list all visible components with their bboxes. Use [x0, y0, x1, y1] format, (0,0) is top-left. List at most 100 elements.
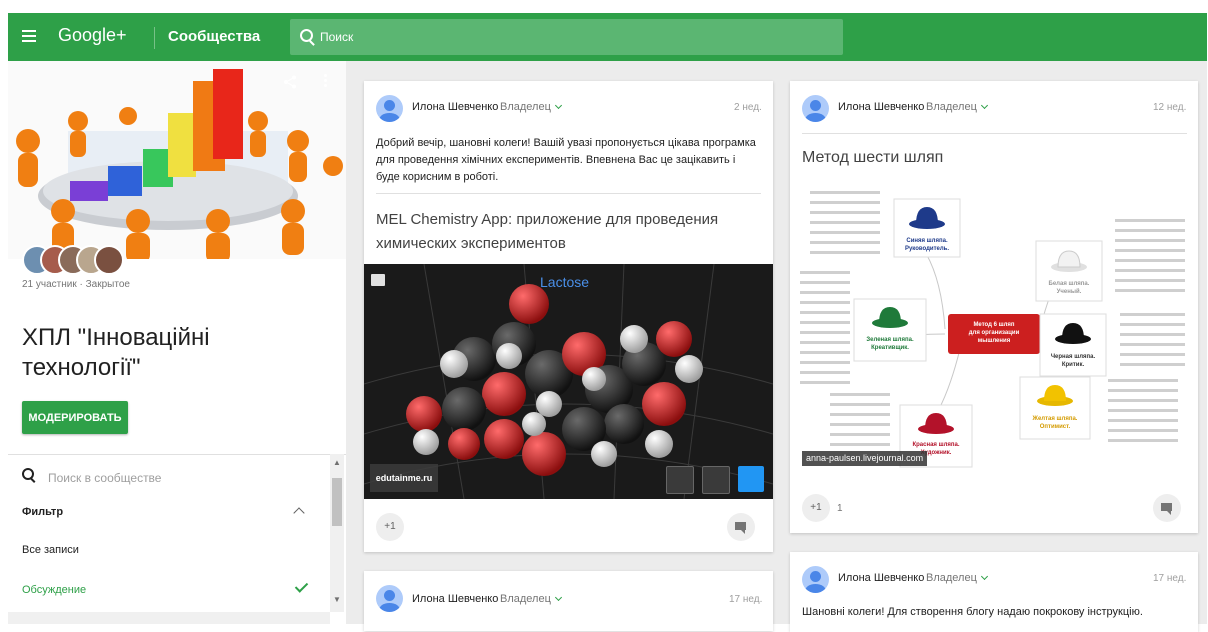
horizontal-scrollbar[interactable]: [8, 612, 330, 624]
author-role[interactable]: Владелец: [926, 101, 977, 113]
avatar[interactable]: [376, 95, 403, 122]
share-icon[interactable]: [283, 75, 297, 89]
avatar[interactable]: [802, 95, 829, 122]
post-title: Метод шести шляп: [802, 149, 944, 166]
avatar[interactable]: [376, 585, 403, 612]
post-time[interactable]: 17 нед.: [1153, 573, 1186, 584]
divider: [376, 193, 761, 194]
community-search-input[interactable]: Поиск в сообществе: [48, 471, 161, 485]
post-time[interactable]: 12 нед.: [1153, 102, 1186, 113]
author-name[interactable]: Илона Шевченко: [838, 101, 924, 113]
avatar: [94, 245, 124, 275]
filter-all-posts[interactable]: Все записи: [22, 544, 79, 556]
community-title: ХПЛ "Інноваційні технології": [22, 323, 210, 383]
community-title-line: технології": [22, 354, 141, 381]
author-name[interactable]: Илона Шевченко: [412, 593, 498, 605]
menu-icon[interactable]: [22, 30, 36, 42]
divider: [154, 27, 155, 49]
comment-icon[interactable]: [727, 513, 755, 541]
comment-icon[interactable]: [1153, 494, 1181, 522]
hat-role: Руководитель.: [904, 246, 950, 252]
post-card: Илона Шевченко Владелец 17 нед. Шановні …: [790, 552, 1198, 632]
author-name[interactable]: Илона Шевченко: [838, 572, 924, 584]
filter-label[interactable]: Фильтр: [22, 506, 63, 518]
author-name[interactable]: Илона Шевченко: [412, 101, 498, 113]
chevron-down-icon[interactable]: [554, 101, 563, 110]
post-text-line: для проведення хімічних експериментів. В…: [376, 154, 736, 166]
search-placeholder: Поиск: [320, 30, 354, 44]
search-icon: [22, 468, 34, 480]
image-watermark: anna-paulsen.livejournal.com: [802, 451, 928, 466]
hat-role: Оптимист.: [1039, 424, 1071, 430]
more-options-icon[interactable]: [324, 74, 328, 88]
post-text-line: Добрий вечір, шановні колеги! Вашій уваз…: [376, 137, 756, 149]
link-title[interactable]: MEL Chemistry App: приложение для провед…: [376, 208, 766, 256]
mindmap-center: Метод 6 шляп для организации мышления: [948, 321, 1040, 345]
author-role[interactable]: Владелец: [500, 593, 551, 605]
author-role[interactable]: Владелец: [926, 572, 977, 584]
chevron-down-icon[interactable]: [980, 572, 989, 581]
list-icon[interactable]: [371, 274, 385, 286]
post-text-line: буде корисним в роботі.: [376, 171, 499, 183]
hat-label-white: Белая шляпа. Ученый.: [1036, 280, 1102, 296]
link-title-line: химических экспериментов: [376, 235, 566, 252]
chevron-up-icon[interactable]: [293, 507, 305, 519]
mindmap-center-line: Метод 6 шляп: [973, 322, 1015, 328]
hat-label-yellow: Желтая шляпа. Оптимист.: [1020, 415, 1090, 431]
divider: [802, 133, 1187, 134]
community-cover-image: [8, 61, 346, 259]
hat-label-green: Зеленая шляпа. Креативщик.: [854, 336, 926, 352]
post-card: Илона Шевченко Владелец 12 нед. Метод ше…: [790, 81, 1198, 533]
post-time[interactable]: 2 нед.: [734, 102, 762, 113]
search-icon: [300, 29, 313, 42]
hat-name: Черная шляпа.: [1050, 354, 1096, 360]
chevron-down-icon[interactable]: [554, 593, 563, 602]
mindmap-center-line: для организации: [968, 330, 1020, 336]
filter-discussion[interactable]: Обсуждение: [22, 584, 86, 596]
link-title-line: MEL Chemistry App: приложение для провед…: [376, 211, 719, 228]
scroll-up-arrow[interactable]: ▲: [333, 458, 341, 467]
plus-one-count: 1: [837, 503, 843, 514]
top-bar: Google+ Сообщества Поиск: [8, 13, 1207, 61]
hat-name: Красная шляпа.: [912, 442, 960, 448]
moderate-button[interactable]: МОДЕРИРОВАТЬ: [22, 401, 128, 434]
community-panel: 21 участник · Закрытое ХПЛ "Інноваційні …: [8, 61, 346, 624]
plus-one-button[interactable]: +1: [802, 494, 830, 522]
hat-name: Зеленая шляпа.: [866, 337, 914, 343]
hat-label-black: Черная шляпа. Критик.: [1040, 353, 1106, 369]
six-hats-mindmap-image[interactable]: Метод 6 шляп для организации мышления Си…: [790, 179, 1198, 485]
plus-one-button[interactable]: +1: [376, 513, 404, 541]
members-count: 21 участник · Закрытое: [22, 279, 130, 290]
molecule-label: Lactose: [540, 274, 590, 290]
ball-model-icon[interactable]: [666, 466, 694, 494]
chevron-down-icon[interactable]: [980, 101, 989, 110]
search-input[interactable]: Поиск: [290, 19, 843, 55]
page-content: 21 участник · Закрытое ХПЛ "Інноваційні …: [8, 61, 1207, 632]
link-preview-image[interactable]: Lactose edutainme.ru: [364, 264, 773, 499]
avatar[interactable]: [802, 566, 829, 593]
post-time[interactable]: 17 нед.: [729, 594, 762, 605]
hat-label-blue: Синяя шляпа. Руководитель.: [894, 237, 960, 253]
scrollbar-thumb[interactable]: [332, 478, 342, 526]
google-plus-logo[interactable]: Google+: [58, 25, 127, 46]
image-credit: edutainme.ru: [370, 464, 438, 492]
stick-model-icon[interactable]: [702, 466, 730, 494]
hat-role: Ученый.: [1056, 289, 1082, 295]
hat-name: Синяя шляпа.: [906, 238, 948, 244]
hat-role: Критик.: [1061, 362, 1085, 368]
post-card: Илона Шевченко Владелец 2 нед. Добрий ве…: [364, 81, 773, 552]
mindmap-center-line: мышления: [977, 338, 1011, 344]
author-role[interactable]: Владелец: [500, 101, 551, 113]
post-card: Илона Шевченко Владелец 17 нед.: [364, 571, 773, 631]
vertical-scrollbar[interactable]: ▲ ▼: [330, 454, 344, 612]
community-title-line: ХПЛ "Інноваційні: [22, 324, 210, 351]
space-fill-model-icon[interactable]: [738, 466, 764, 492]
hat-name: Белая шляпа.: [1048, 281, 1090, 287]
checkmark-icon: [294, 579, 309, 593]
hat-name: Желтая шляпа.: [1032, 416, 1078, 422]
member-avatars[interactable]: [22, 245, 132, 275]
section-title[interactable]: Сообщества: [168, 28, 260, 45]
hat-role: Креативщик.: [871, 345, 909, 351]
community-filter: Поиск в сообществе Фильтр Все записи Обс…: [8, 454, 346, 625]
scroll-down-arrow[interactable]: ▼: [333, 595, 341, 604]
